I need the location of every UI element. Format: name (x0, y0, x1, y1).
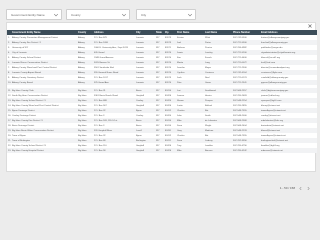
table-body: 1. Albany County Prevention Management Di… (7, 35, 317, 153)
city-filter[interactable]: City (136, 9, 196, 20)
table-cell: WY (155, 148, 164, 153)
table-cell: Benson (204, 148, 232, 153)
table-cell: Big Horn (77, 148, 93, 153)
table-cell: mbenson@tctwest.net (260, 148, 317, 153)
entity-name-filter-label: Government Entity Name (11, 13, 45, 17)
table-cell: Greybull (135, 148, 155, 153)
table-cell: P.O. Box 58 (93, 148, 135, 153)
table-cell: 82426 (164, 148, 176, 153)
chevron-down-icon (121, 13, 127, 17)
page-range: 1 - 50 / 158 (279, 186, 295, 190)
chevron-down-icon (187, 13, 193, 17)
chevron-down-icon (53, 13, 59, 17)
table-panel: Government Entity Name County Address Ci… (6, 22, 317, 190)
chevron-right-icon[interactable] (306, 186, 311, 191)
county-filter-label: County (71, 13, 81, 17)
close-icon[interactable] (307, 23, 313, 29)
chevron-left-icon[interactable] (298, 186, 303, 191)
county-filter[interactable]: County (66, 9, 130, 20)
city-filter-label: City (141, 13, 147, 17)
table-row[interactable]: 23. Big Horn County Hospital District Big … (7, 148, 317, 153)
filter-bar: Government Entity Name County City (6, 9, 314, 20)
entity-table: Government Entity Name County Address Ci… (7, 30, 317, 153)
table-cell: Mike (176, 148, 204, 153)
table-cell: 307-765-4242 (232, 148, 260, 153)
table-cell: Big Horn County Hospital District (11, 148, 77, 153)
entity-name-filter[interactable]: Government Entity Name (6, 9, 62, 20)
pagination: 1 - 50 / 158 (280, 185, 311, 191)
